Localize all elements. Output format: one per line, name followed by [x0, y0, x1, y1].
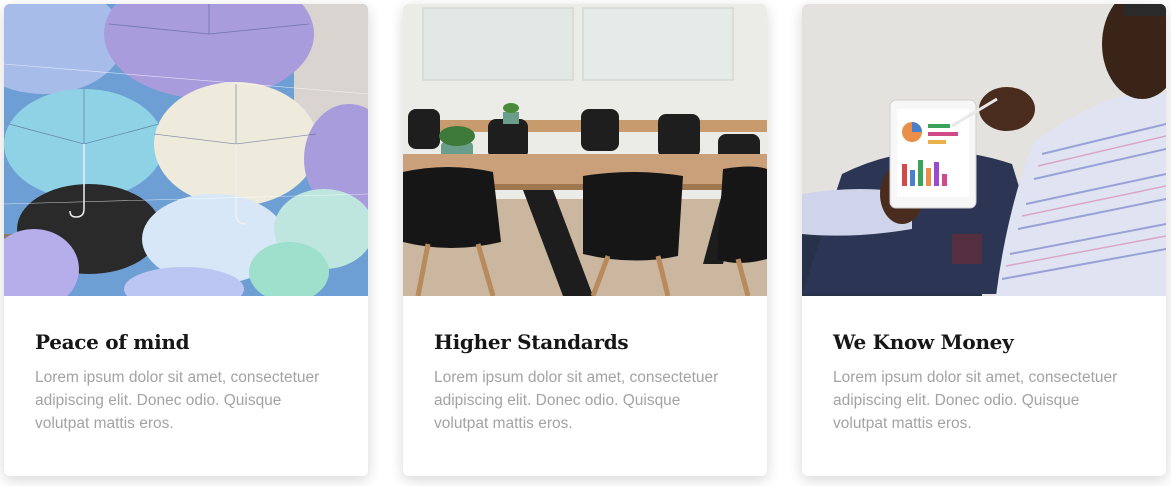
- card-body: Peace of mind Lorem ipsum dolor sit amet…: [4, 296, 368, 435]
- card-description: Lorem ipsum dolor sit amet, consectetuer…: [35, 369, 320, 432]
- card-title: Higher Standards: [434, 330, 629, 354]
- feature-card-higher-standards: Higher Standards Lorem ipsum dolor sit a…: [403, 4, 767, 476]
- card-title: We Know Money: [833, 330, 1014, 354]
- tablet-analytics-photo: [802, 4, 1166, 296]
- umbrellas-photo: [4, 4, 368, 296]
- card-body: We Know Money Lorem ipsum dolor sit amet…: [802, 296, 1166, 435]
- card-title: Peace of mind: [35, 330, 190, 354]
- card-description: Lorem ipsum dolor sit amet, consectetuer…: [833, 369, 1118, 432]
- meeting-room-photo: [403, 4, 767, 296]
- feature-cards: Peace of mind Lorem ipsum dolor sit amet…: [0, 0, 1171, 486]
- card-body: Higher Standards Lorem ipsum dolor sit a…: [403, 296, 767, 435]
- card-description: Lorem ipsum dolor sit amet, consectetuer…: [434, 369, 719, 432]
- feature-card-peace-of-mind: Peace of mind Lorem ipsum dolor sit amet…: [4, 4, 368, 476]
- feature-card-we-know-money: We Know Money Lorem ipsum dolor sit amet…: [802, 4, 1166, 476]
